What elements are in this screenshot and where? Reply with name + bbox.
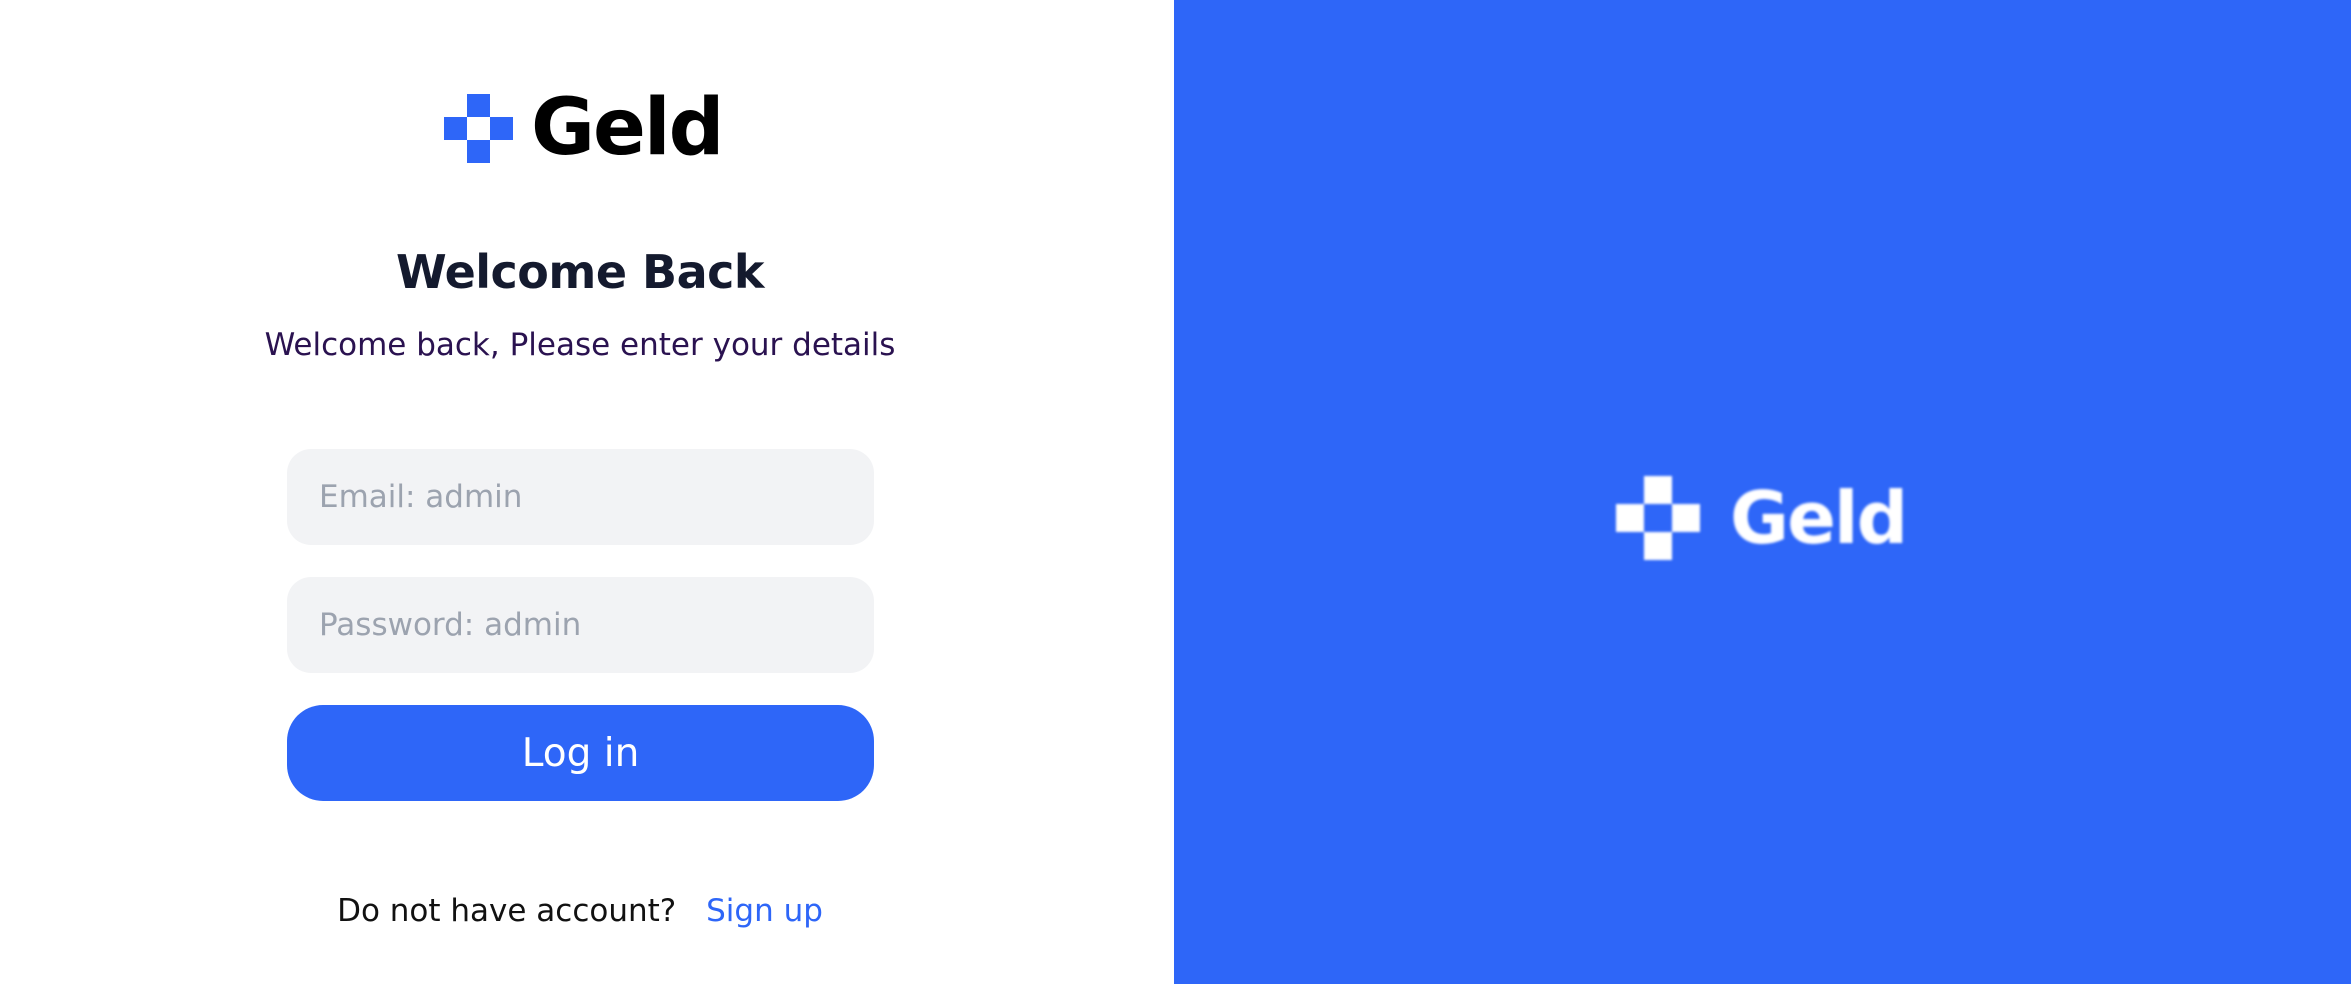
logo-square bbox=[1672, 504, 1700, 532]
email-field[interactable] bbox=[287, 449, 874, 545]
login-panel: Geld Welcome Back Welcome back, Please e… bbox=[0, 0, 1174, 984]
logo-square bbox=[467, 139, 490, 163]
hero-logo: Geld bbox=[1616, 476, 1908, 560]
login-button[interactable]: Log in bbox=[287, 705, 874, 801]
logo-square bbox=[467, 93, 490, 117]
cross-squares-logo-icon bbox=[1616, 476, 1700, 560]
signup-row: Do not have account? Sign up bbox=[0, 893, 1160, 929]
hero-panel: Geld bbox=[1174, 0, 2351, 984]
cross-squares-logo-icon bbox=[444, 93, 513, 163]
signup-prompt: Do not have account? bbox=[337, 893, 677, 929]
logo-square bbox=[1644, 532, 1672, 560]
logo-square bbox=[490, 116, 513, 140]
signup-link[interactable]: Sign up bbox=[706, 893, 823, 929]
login-page: Geld Welcome Back Welcome back, Please e… bbox=[0, 0, 2351, 984]
brand-name: Geld bbox=[531, 83, 724, 173]
logo-square bbox=[1616, 504, 1644, 532]
brand-logo: Geld bbox=[444, 83, 724, 173]
logo-square bbox=[444, 116, 467, 140]
page-subtitle: Welcome back, Please enter your details bbox=[264, 327, 896, 363]
password-field[interactable] bbox=[287, 577, 874, 673]
logo-square bbox=[1644, 476, 1672, 504]
hero-brand-name: Geld bbox=[1730, 476, 1908, 560]
page-title: Welcome Back bbox=[395, 245, 765, 299]
